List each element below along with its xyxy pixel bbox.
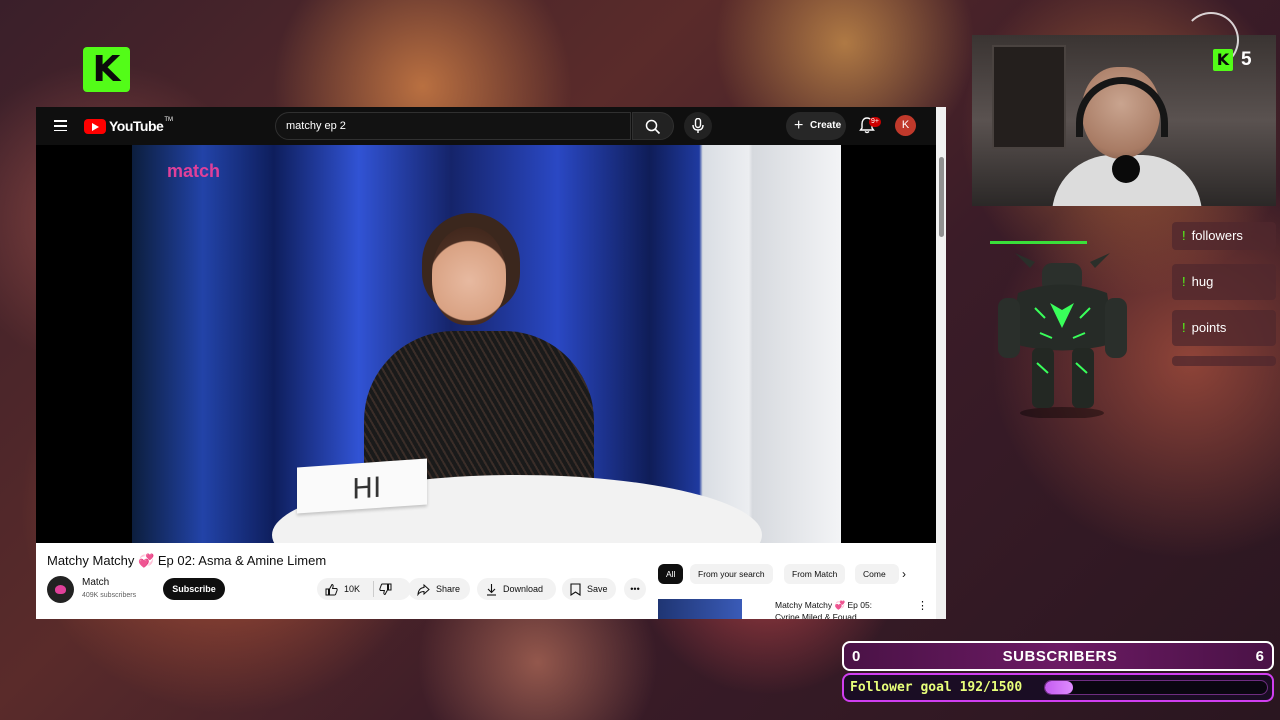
- monster-character-icon: [998, 253, 1127, 418]
- more-actions-button[interactable]: •••: [624, 578, 646, 600]
- menu-icon[interactable]: [54, 120, 67, 131]
- chip-all[interactable]: All: [658, 564, 684, 584]
- command-followers: ! followers: [1172, 222, 1276, 250]
- follower-goal-track: [1044, 680, 1268, 695]
- create-button[interactable]: + Create: [786, 112, 846, 140]
- follower-goal-widget: Follower goal 192/1500: [842, 673, 1274, 702]
- command-hug: ! hug: [1172, 264, 1276, 300]
- youtube-logo[interactable]: YouTube TM: [84, 117, 173, 134]
- account-avatar[interactable]: K: [895, 115, 916, 136]
- webcam-background-window: [992, 45, 1066, 149]
- bookmark-icon: [570, 583, 581, 596]
- video-player[interactable]: match HI: [36, 145, 936, 543]
- like-dislike-group: 10K: [317, 578, 411, 600]
- share-icon: [417, 583, 430, 596]
- like-icon[interactable]: [325, 583, 338, 596]
- kick-logo: K: [83, 47, 130, 92]
- mic-icon: [692, 118, 704, 133]
- download-button[interactable]: Download: [477, 578, 556, 600]
- channel-name[interactable]: Match: [82, 577, 109, 588]
- chip-comedy[interactable]: Come: [855, 564, 899, 584]
- chevron-right-icon[interactable]: ›: [902, 567, 906, 581]
- scrollbar-thumb[interactable]: [939, 157, 944, 237]
- video-person-face: [432, 227, 506, 325]
- more-vertical-icon[interactable]: ⋮: [917, 599, 928, 612]
- kick-badge-icon: K: [1213, 49, 1233, 71]
- follower-goal-fill: [1045, 681, 1074, 694]
- viewer-count: 5: [1241, 49, 1252, 70]
- command-points: ! points: [1172, 310, 1276, 346]
- more-horizontal-icon: •••: [630, 584, 640, 594]
- save-button[interactable]: Save: [562, 578, 616, 600]
- youtube-play-icon: [84, 118, 106, 134]
- voice-search-button[interactable]: [684, 112, 712, 140]
- like-count[interactable]: 10K: [344, 578, 360, 600]
- search-input[interactable]: matchy ep 2: [275, 112, 631, 140]
- recommended-title[interactable]: Matchy Matchy 💞 Ep 05: Cyrine Miled & Fo…: [775, 599, 895, 619]
- chip-from-match[interactable]: From Match: [784, 564, 846, 584]
- subscribers-widget: SUBSCRIBERS 0 6: [842, 641, 1274, 671]
- viewer-count-badge: K 5: [1213, 49, 1252, 71]
- notification-badge: 9+: [869, 117, 881, 127]
- subscribers-max: 6: [1255, 648, 1264, 665]
- video-title: Matchy Matchy 💞 Ep 02: Asma & Amine Lime…: [47, 553, 327, 568]
- download-icon: [487, 584, 496, 596]
- dislike-icon[interactable]: [379, 583, 392, 596]
- recommended-thumbnail[interactable]: [658, 599, 742, 619]
- channel-subscriber-count: 409K subscribers: [82, 592, 137, 599]
- youtube-window: YouTube TM matchy ep 2 + Create 9+ K mat…: [36, 107, 946, 619]
- name-card: HI: [297, 458, 427, 514]
- chip-from-your-search[interactable]: From your search: [690, 564, 773, 584]
- search-button[interactable]: [632, 112, 674, 140]
- search-icon: [645, 119, 661, 135]
- channel-avatar[interactable]: [47, 576, 74, 603]
- subscribers-label: SUBSCRIBERS: [1002, 648, 1118, 665]
- microphone: [1112, 155, 1140, 183]
- share-button[interactable]: Share: [408, 578, 470, 600]
- video-frame: match HI: [132, 145, 841, 543]
- subscribers-min: 0: [852, 648, 861, 665]
- match-watermark: match: [167, 161, 221, 181]
- like-divider: [373, 581, 374, 597]
- youtube-header: YouTube TM matchy ep 2 + Create 9+ K: [36, 107, 946, 145]
- follower-goal-text: Follower goal 192/1500: [850, 680, 1023, 695]
- subscribe-button[interactable]: Subscribe: [163, 578, 225, 600]
- command-partial: [1172, 356, 1276, 366]
- plus-icon: +: [794, 117, 804, 134]
- character-health-bar: [990, 241, 1087, 244]
